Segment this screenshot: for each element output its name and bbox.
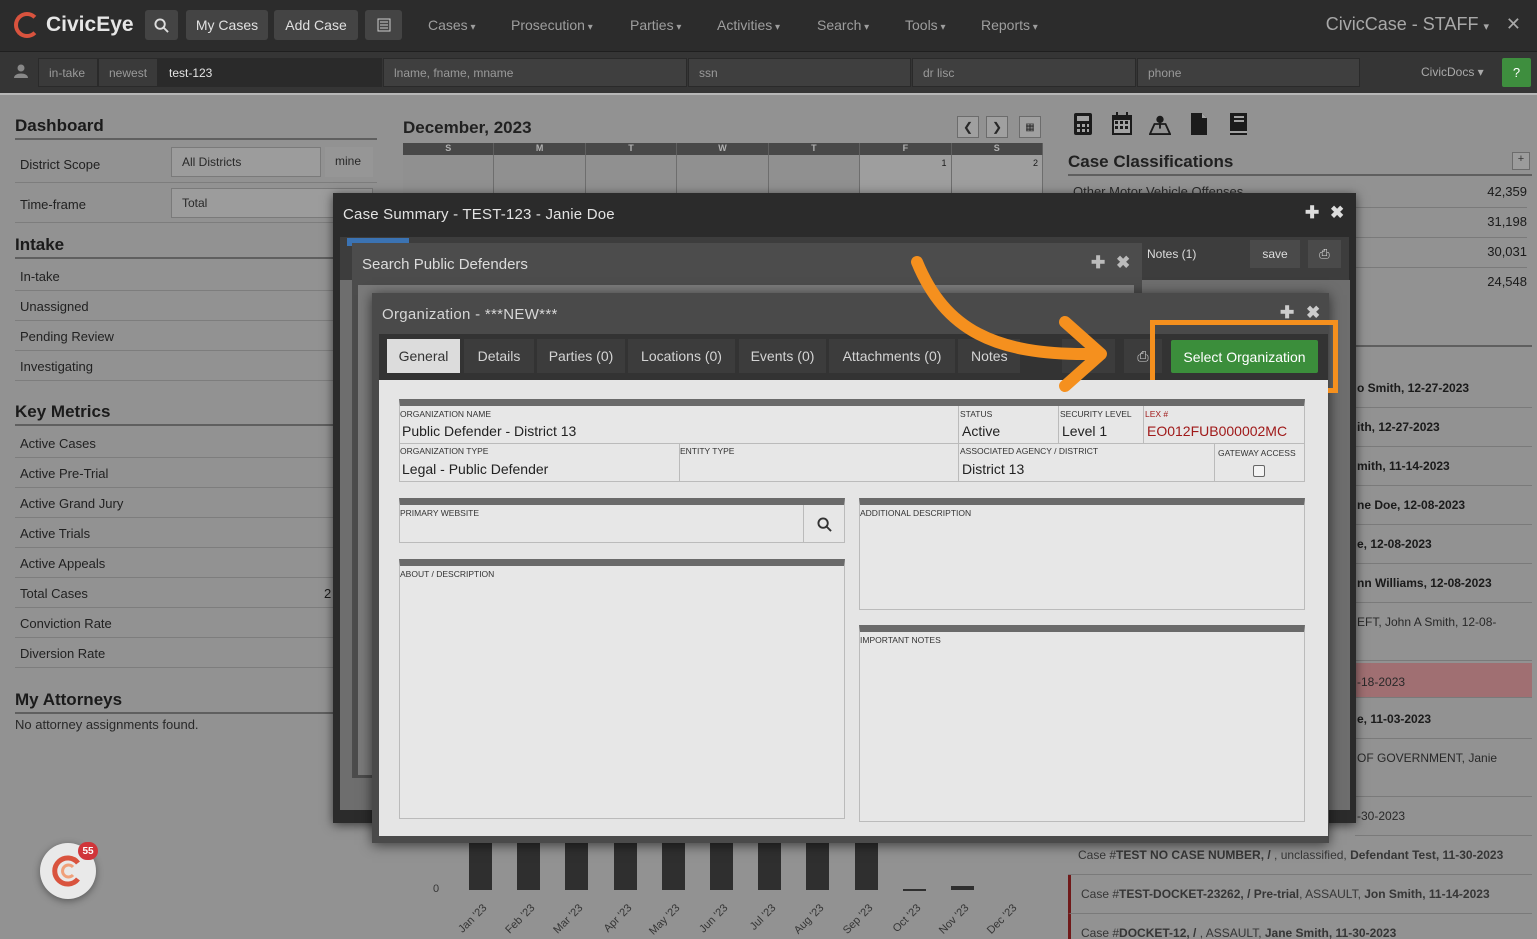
tab-parties[interactable]: Parties (0) [537, 339, 625, 373]
menu-prosecution[interactable]: Prosecution [511, 17, 593, 33]
menu-search[interactable]: Search [817, 17, 869, 33]
org-name-label: ORGANIZATION NAME [400, 409, 491, 419]
app-title-menu[interactable]: CivicCase - STAFF ▾ [1326, 14, 1489, 35]
help-button[interactable]: ? [1502, 58, 1531, 87]
additional-description-label: ADDITIONAL DESCRIPTION [860, 508, 972, 518]
divider [958, 406, 959, 482]
close-icon[interactable]: ✖ [1330, 203, 1344, 223]
divider [1058, 406, 1059, 443]
logo-icon [14, 12, 40, 38]
search-icon [817, 516, 832, 532]
close-icon[interactable]: ✖ [1116, 253, 1130, 273]
search-icon-button[interactable] [145, 10, 178, 40]
gateway-access-label: GATEWAY ACCESS [1218, 448, 1296, 458]
notification-badge: 55 [78, 842, 98, 860]
status-field[interactable]: Active [962, 423, 1000, 439]
save-button[interactable]: save [1250, 240, 1300, 268]
entity-type-label: ENTITY TYPE [680, 446, 735, 456]
phone-input[interactable]: phone [1137, 58, 1360, 87]
expand-icon[interactable]: ✚ [1305, 203, 1319, 223]
tab-details[interactable]: Details [464, 339, 534, 373]
divider [400, 443, 1304, 444]
menu-activities[interactable]: Activities [717, 17, 780, 33]
list-icon [377, 18, 390, 32]
top-navbar: CivicEye My Cases Add Case Cases Prosecu… [0, 0, 1537, 51]
tab-general[interactable]: General [387, 339, 460, 373]
case-search-input[interactable]: test-123 [158, 58, 382, 87]
status-label: STATUS [960, 409, 993, 419]
add-case-button[interactable]: Add Case [274, 10, 358, 40]
search-icon [154, 17, 169, 33]
about-description-label: ABOUT / DESCRIPTION [400, 569, 495, 579]
brand-name: CivicEye [46, 13, 134, 36]
print-icon: ⎙ [1137, 347, 1149, 364]
close-icon[interactable]: ✕ [1506, 14, 1521, 35]
security-level-field[interactable]: Level 1 [1062, 423, 1107, 439]
lex-label: LEX # [1145, 409, 1169, 419]
case-summary-title: Case Summary - TEST-123 - Janie Doe [343, 206, 615, 223]
gateway-access-checkbox[interactable] [1253, 465, 1265, 477]
search-pd-title: Search Public Defenders [362, 256, 528, 273]
menu-reports[interactable]: Reports [981, 17, 1038, 33]
annotation-arrow-icon [911, 256, 1107, 392]
name-search-input[interactable]: lname, fname, mname [383, 58, 687, 87]
ssn-input[interactable]: ssn [688, 58, 911, 87]
tab-events[interactable]: Events (0) [739, 339, 826, 373]
case-notes-tab[interactable]: Notes (1) [1137, 240, 1206, 268]
about-description-block[interactable] [399, 559, 845, 819]
security-level-label: SECURITY LEVEL [1060, 409, 1132, 419]
civiceye-logo-icon [52, 855, 80, 887]
website-label: PRIMARY WEBSITE [400, 508, 480, 518]
agency-label: ASSOCIATED AGENCY / DISTRICT [960, 446, 1099, 456]
org-name-field[interactable]: Public Defender - District 13 [402, 423, 576, 439]
intake-filter[interactable]: in-take [38, 58, 98, 87]
driver-license-input[interactable]: dr lisc [912, 58, 1136, 87]
quick-search-bar: in-take newest test-123 lname, fname, mn… [0, 51, 1537, 93]
user-icon [14, 64, 28, 78]
agency-field[interactable]: District 13 [962, 461, 1024, 477]
civiceye-logo[interactable]: CivicEye [14, 10, 134, 40]
lex-field[interactable]: EO012FUB000002MC [1147, 423, 1287, 439]
divider [1214, 443, 1215, 482]
menu-tools[interactable]: Tools [905, 17, 946, 33]
org-type-label: ORGANIZATION TYPE [400, 446, 489, 456]
organization-title: Organization - ***NEW*** [382, 306, 558, 323]
important-notes-label: IMPORTANT NOTES [860, 635, 941, 645]
civicdocs-menu[interactable]: CivicDocs ▾ [1421, 65, 1484, 79]
list-icon-button[interactable] [365, 10, 402, 40]
print-button[interactable]: ⎙ [1308, 240, 1341, 268]
divider [1143, 406, 1144, 443]
menu-parties[interactable]: Parties [630, 17, 681, 33]
website-search-button[interactable] [803, 505, 845, 543]
newest-filter[interactable]: newest [98, 58, 158, 87]
my-cases-button[interactable]: My Cases [186, 10, 268, 40]
org-type-field[interactable]: Legal - Public Defender [402, 461, 548, 477]
important-notes-block[interactable] [859, 625, 1305, 822]
menu-cases[interactable]: Cases [428, 17, 476, 33]
tab-locations[interactable]: Locations (0) [628, 339, 735, 373]
print-icon: ⎙ [1319, 246, 1330, 261]
website-block [399, 498, 845, 543]
